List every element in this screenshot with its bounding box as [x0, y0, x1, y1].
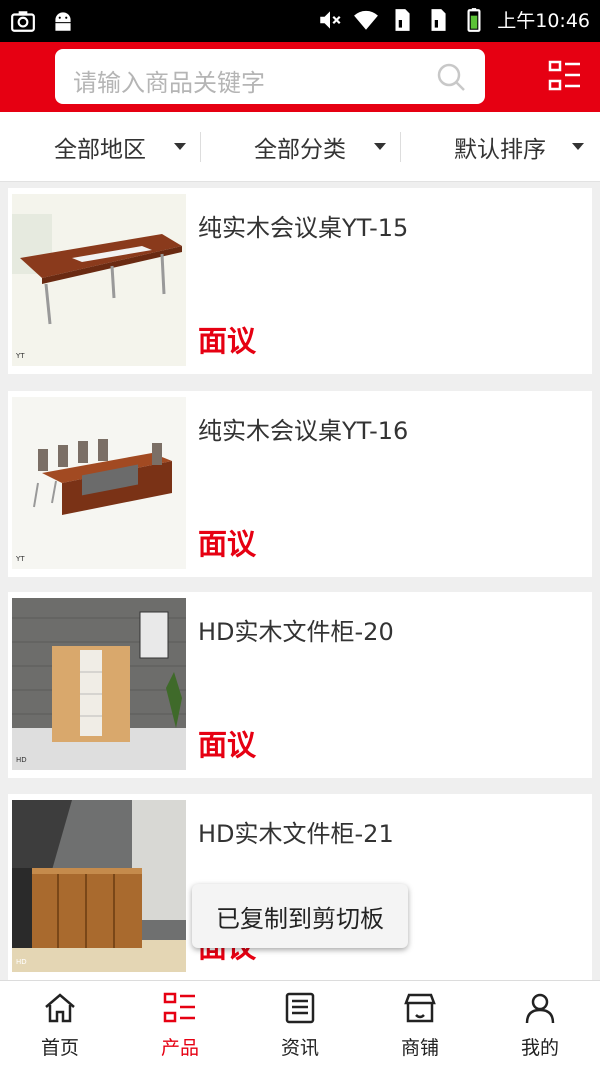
product-list-icon — [163, 992, 195, 1023]
product-card[interactable]: HD HD实木文件柜-20 面议 — [8, 592, 592, 778]
wifi-icon — [354, 10, 379, 30]
product-price: 面议 — [198, 728, 257, 762]
svg-text:HD: HD — [16, 958, 27, 966]
product-image[interactable]: HD — [12, 800, 186, 972]
category-menu-icon[interactable] — [548, 59, 582, 93]
status-time: 上午10:46 — [497, 10, 590, 32]
caret-down-icon — [174, 143, 186, 150]
caret-down-icon — [374, 143, 386, 150]
product-price: 面议 — [198, 527, 257, 561]
shop-icon — [404, 993, 436, 1023]
product-image[interactable]: HD — [12, 598, 186, 770]
sim1-icon — [395, 8, 410, 31]
mute-icon — [320, 10, 341, 29]
filter-label: 全部分类 — [254, 137, 346, 163]
bottom-tab-bar: 首页 产品 资讯 商铺 我的 — [0, 980, 600, 1067]
svg-text:YT: YT — [15, 352, 25, 360]
android-icon — [55, 12, 71, 31]
filter-label: 全部地区 — [54, 137, 146, 163]
product-card[interactable]: YT 纯实木会议桌YT-15 面议 — [8, 188, 592, 374]
search-placeholder: 请输入商品关键字 — [73, 69, 265, 97]
tab-label: 商铺 — [400, 1037, 439, 1059]
battery-icon — [467, 7, 481, 32]
tab-label: 首页 — [40, 1037, 79, 1059]
filter-bar: 全部地区 全部分类 默认排序 — [0, 112, 600, 182]
news-icon — [285, 992, 315, 1024]
tab-profile[interactable]: 我的 — [480, 981, 600, 1067]
home-icon — [45, 993, 75, 1023]
product-name[interactable]: HD实木文件柜-20 — [198, 612, 394, 647]
search-icon[interactable] — [435, 61, 467, 93]
top-header: 请输入商品关键字 — [0, 42, 600, 112]
search-input[interactable]: 请输入商品关键字 — [55, 49, 485, 104]
status-bar: 上午10:46 — [0, 0, 600, 42]
tab-shop[interactable]: 商铺 — [360, 981, 480, 1067]
product-price: 面议 — [198, 324, 257, 358]
toast-text: 已复制到剪切板 — [216, 904, 384, 933]
filter-sort[interactable]: 默认排序 — [400, 112, 600, 182]
user-icon — [525, 993, 555, 1024]
product-name[interactable]: 纯实木会议桌YT-16 — [198, 411, 408, 446]
camera-icon — [11, 11, 35, 32]
product-name[interactable]: HD实木文件柜-21 — [198, 814, 394, 849]
tab-label: 我的 — [520, 1037, 559, 1059]
svg-text:HD: HD — [16, 756, 27, 764]
toast: 已复制到剪切板 — [192, 884, 408, 948]
filter-region[interactable]: 全部地区 — [0, 112, 200, 182]
tab-home[interactable]: 首页 — [0, 981, 120, 1067]
caret-down-icon — [572, 143, 584, 150]
tab-news[interactable]: 资讯 — [240, 981, 360, 1067]
product-image[interactable]: YT — [12, 397, 186, 569]
tab-label: 产品 — [160, 1037, 199, 1059]
filter-category[interactable]: 全部分类 — [200, 112, 400, 182]
product-name[interactable]: 纯实木会议桌YT-15 — [198, 208, 408, 243]
sim2-icon — [431, 8, 446, 31]
tab-products[interactable]: 产品 — [120, 981, 240, 1067]
tab-label: 资讯 — [280, 1037, 319, 1059]
filter-label: 默认排序 — [454, 137, 546, 163]
product-card[interactable]: YT 纯实木会议桌YT-16 面议 — [8, 391, 592, 577]
svg-text:YT: YT — [15, 555, 25, 563]
product-image[interactable]: YT — [12, 194, 186, 366]
